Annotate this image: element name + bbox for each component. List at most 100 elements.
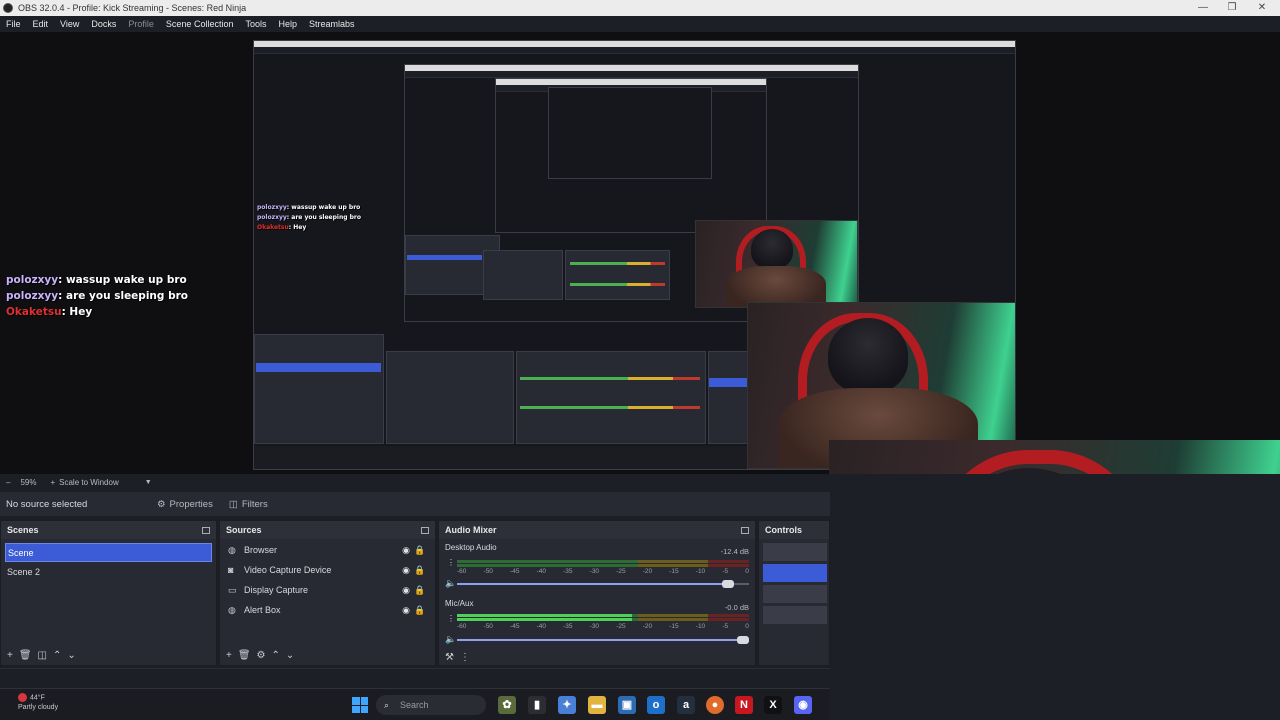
store-icon[interactable]: ▣ — [618, 696, 636, 714]
menu-help[interactable]: Help — [278, 19, 297, 29]
menu-view[interactable]: View — [60, 19, 79, 29]
speaker-icon[interactable]: 🔈 — [445, 578, 456, 589]
menu-streamlabs[interactable]: Streamlabs — [309, 19, 355, 29]
controls-dock: Controls — [758, 520, 830, 666]
scene-item[interactable]: Scene — [5, 543, 212, 562]
eye-icon[interactable]: ◉ — [399, 585, 413, 596]
chat-message: Okaketsu: Hey — [6, 306, 93, 318]
db-tick-label: -45 — [510, 623, 520, 630]
mixer-track-mic: Mic/Aux -0.0 dB ⋮ -60 -50 -45 -40 -35 -30 -25-… — [439, 599, 755, 651]
db-tick-label: -5 — [722, 568, 729, 575]
volume-slider[interactable] — [457, 636, 749, 644]
menu-tools[interactable]: Tools — [245, 19, 266, 29]
slider-handle[interactable] — [722, 580, 735, 588]
scale-mode-dropdown[interactable]: Scale to Window — [59, 478, 119, 487]
menu-bar: File Edit View Docks Profile Scene Colle… — [0, 16, 1280, 32]
level-meter — [457, 560, 749, 563]
lock-icon[interactable]: 🔒 — [413, 545, 427, 556]
gear-icon: ⚙ — [157, 498, 166, 510]
chat-overlay-nested: polozxyy: wassup wake up bro polozxyy: a… — [257, 204, 361, 231]
netflix-icon[interactable]: N — [735, 696, 753, 714]
firefox-icon[interactable]: ● — [706, 696, 724, 714]
zoom-level[interactable]: 59% — [20, 478, 36, 487]
volume-slider[interactable] — [457, 580, 749, 588]
folder-icon[interactable]: ▬ — [588, 696, 606, 714]
more-icon[interactable]: ⋮ — [447, 558, 455, 567]
chevron-down-icon[interactable]: ▼ — [145, 479, 152, 486]
chat-text: are you sleeping bro — [65, 290, 188, 302]
app-icon[interactable]: ✿ — [498, 696, 516, 714]
x-icon[interactable]: X — [764, 696, 782, 714]
undock-icon[interactable] — [421, 526, 429, 534]
menu-file[interactable]: File — [6, 19, 21, 29]
menu-edit[interactable]: Edit — [33, 19, 49, 29]
add-icon[interactable]: + — [226, 650, 232, 661]
search-icon: ⌕ — [384, 700, 390, 710]
track-name: Mic/Aux — [445, 599, 474, 608]
wrench-icon[interactable]: ⚒ — [445, 652, 454, 663]
filters-button[interactable]: ◫ Filters — [223, 494, 274, 514]
more-icon[interactable]: ⋮ — [460, 652, 470, 663]
control-button-active[interactable] — [763, 564, 827, 582]
speaker-icon[interactable]: 🔈 — [445, 634, 456, 645]
scene-item[interactable]: Scene 2 — [5, 563, 212, 582]
db-tick-label: -15 — [669, 568, 679, 575]
audio-mixer-title: Audio Mixer — [445, 525, 497, 535]
db-tick-label: -60 — [457, 623, 467, 630]
slider-handle[interactable] — [737, 636, 749, 644]
trash-icon[interactable]: 🗑 — [238, 650, 251, 661]
chat-overlay: polozxyy: wassup wake up bro polozxyy: a… — [6, 272, 188, 320]
arrow-up-icon[interactable]: ⌃ — [272, 650, 280, 661]
sources-dock: Sources ◍ Browser ◉ 🔒 ◙ Video Capture Devic… — [219, 520, 436, 666]
arrow-up-icon[interactable]: ⌃ — [53, 650, 61, 661]
filter-icon[interactable]: ◫ — [38, 650, 47, 661]
properties-button[interactable]: ⚙ Properties — [151, 494, 219, 514]
copilot-icon[interactable]: ✦ — [558, 696, 576, 714]
db-tick-label: 0 — [745, 623, 749, 630]
db-tick-label: -10 — [695, 623, 706, 630]
eye-icon[interactable]: ◉ — [399, 565, 413, 576]
source-item[interactable]: ◍ Alert Box ◉ 🔒 — [220, 600, 435, 620]
amazon-icon[interactable]: a — [677, 696, 695, 714]
minus-icon[interactable]: – — [6, 478, 10, 487]
control-button[interactable] — [763, 543, 827, 561]
add-icon[interactable]: + — [7, 650, 13, 661]
eye-icon[interactable]: ◉ — [399, 545, 413, 556]
outlook-icon[interactable]: o — [647, 696, 665, 714]
lock-icon[interactable]: 🔒 — [413, 605, 427, 616]
db-tick-label: -15 — [669, 623, 679, 630]
eye-icon[interactable]: ◉ — [399, 605, 413, 616]
arrow-down-icon[interactable]: ⌄ — [67, 650, 75, 661]
source-item[interactable]: ◍ Browser ◉ 🔒 — [220, 540, 435, 560]
arrow-down-icon[interactable]: ⌄ — [286, 650, 294, 661]
db-tick-label: 0 — [745, 568, 749, 575]
undock-icon[interactable] — [741, 526, 749, 534]
menu-docks[interactable]: Docks — [91, 19, 116, 29]
gear-icon[interactable]: ⚙ — [257, 650, 266, 661]
db-tick-label: -20 — [642, 568, 653, 575]
control-button[interactable] — [763, 606, 827, 624]
lock-icon[interactable]: 🔒 — [413, 565, 427, 576]
close-button[interactable]: ✕ — [1244, 0, 1280, 16]
status-bar — [0, 668, 830, 688]
webcam-feed — [829, 440, 1280, 474]
menu-scene-collection[interactable]: Scene Collection — [166, 19, 234, 29]
lock-icon[interactable]: 🔒 — [413, 585, 427, 596]
plus-icon[interactable]: + — [50, 478, 55, 487]
terminal-icon[interactable]: ▮ — [528, 696, 546, 714]
undock-icon[interactable] — [202, 526, 210, 534]
taskbar-search[interactable]: ⌕ Search — [376, 695, 486, 715]
db-tick-label: -35 — [563, 623, 573, 630]
discord-icon[interactable]: ◉ — [794, 696, 812, 714]
control-button[interactable] — [763, 585, 827, 603]
trash-icon[interactable]: 🗑 — [19, 650, 32, 661]
preview-canvas[interactable]: polozxyy: wassup wake up bro polozxyy: a… — [0, 32, 1280, 474]
no-source-label: No source selected — [6, 498, 88, 510]
more-icon[interactable]: ⋮ — [447, 614, 455, 623]
menu-profile[interactable]: Profile — [128, 19, 154, 29]
windows-start-icon[interactable] — [352, 697, 368, 713]
source-item[interactable]: ▭ Display Capture ◉ 🔒 — [220, 580, 435, 600]
source-item[interactable]: ◙ Video Capture Device ◉ 🔒 — [220, 560, 435, 580]
db-tick-label: -35 — [563, 568, 573, 575]
weather-widget[interactable]: 44°F Partly cloudy — [18, 693, 58, 713]
